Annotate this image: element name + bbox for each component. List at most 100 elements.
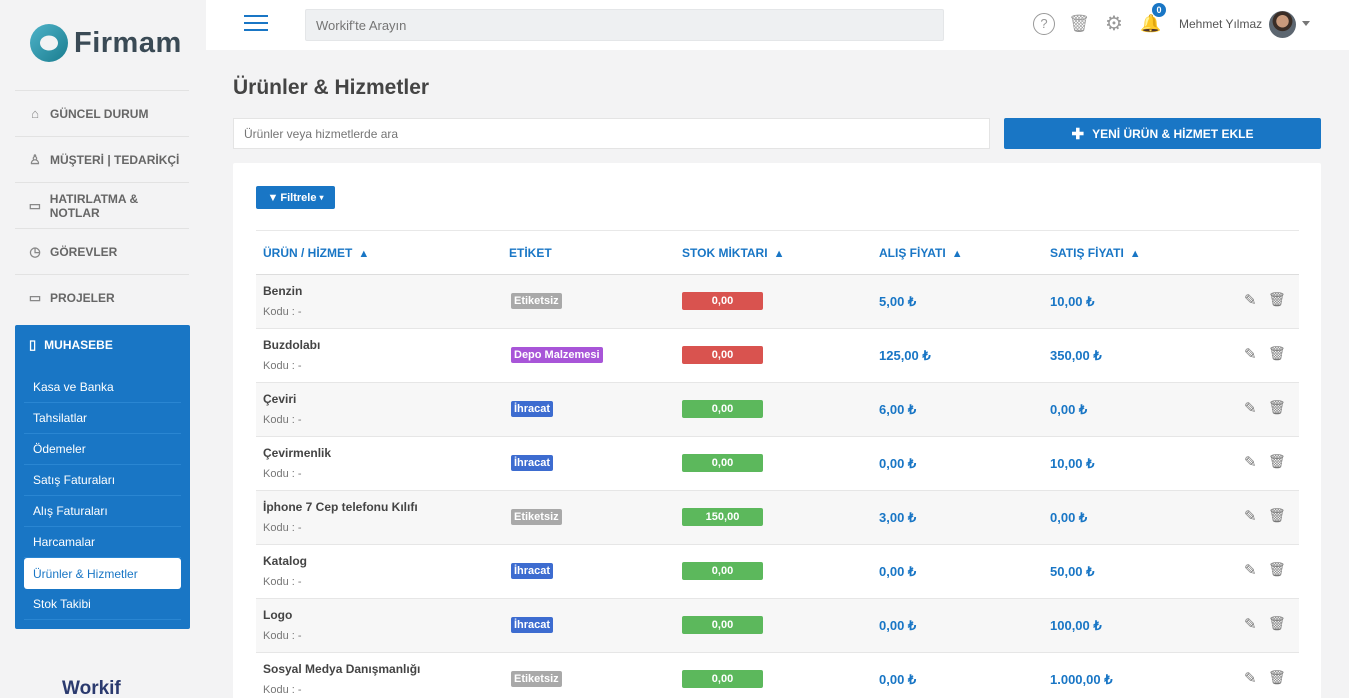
nav-item-musteri-tedarikci[interactable]: ♙ MÜŞTERİ | TEDARİKÇİ bbox=[15, 136, 189, 182]
edit-icon[interactable]: ✎ bbox=[1244, 347, 1259, 362]
sort-asc-icon: ▲ bbox=[773, 248, 785, 260]
table-row[interactable]: Benzin Kodu : - Etiketsiz 0,00 5,00 ₺ 10,00 ₺… bbox=[256, 275, 1299, 329]
delete-icon[interactable]: 🗑 bbox=[1268, 346, 1286, 361]
submenu-item-tahsilatlar[interactable]: Tahsilatlar bbox=[24, 403, 181, 434]
home-icon: ⌂ bbox=[31, 105, 39, 121]
table-row[interactable]: Katalog Kodu : - İhracat 0,00 0,00 ₺ 50,00 ₺ ✎… bbox=[256, 545, 1299, 599]
muhasebe-section: ▯ MUHASEBE Kasa ve Banka Tahsilatlar Öde… bbox=[15, 325, 190, 629]
hamburger-menu-icon[interactable] bbox=[244, 15, 268, 33]
plus-icon: ✚ bbox=[1071, 125, 1085, 143]
edit-icon[interactable]: ✎ bbox=[1244, 455, 1259, 470]
caret-down-icon: ▾ bbox=[319, 193, 324, 202]
brand-logo[interactable]: Firmam bbox=[30, 24, 182, 62]
table-body: Benzin Kodu : - Etiketsiz 0,00 5,00 ₺ 10,00 ₺… bbox=[256, 275, 1299, 698]
sell-price: 0,00 ₺ bbox=[1050, 402, 1088, 417]
sell-price: 10,00 ₺ bbox=[1050, 456, 1095, 471]
chevron-down-icon[interactable] bbox=[1302, 21, 1310, 26]
stock-badge: 0,00 bbox=[682, 292, 763, 310]
delete-icon[interactable]: 🗑 bbox=[1268, 400, 1286, 415]
nav-item-gorevler[interactable]: ◷ GÖREVLER bbox=[15, 228, 189, 274]
avatar[interactable] bbox=[1269, 11, 1296, 38]
gear-icon[interactable]: ⚙ bbox=[1103, 13, 1125, 35]
table-row[interactable]: Sosyal Medya Danışmanlığı Kodu : - Etikets… bbox=[256, 653, 1299, 698]
delete-icon[interactable]: 🗑 bbox=[1268, 670, 1286, 685]
delete-icon[interactable]: 🗑 bbox=[1268, 562, 1286, 577]
page-title: Ürünler & Hizmetler bbox=[233, 76, 430, 99]
edit-icon[interactable]: ✎ bbox=[1244, 401, 1259, 416]
product-name[interactable]: Sosyal Medya Danışmanlığı bbox=[263, 662, 420, 676]
global-search-input[interactable] bbox=[305, 9, 944, 41]
submenu-item-satis-faturalari[interactable]: Satış Faturaları bbox=[24, 465, 181, 496]
column-header-tag: ETİKET bbox=[509, 246, 552, 260]
table-row[interactable]: Çeviri Kodu : - İhracat 0,00 6,00 ₺ 0,00 ₺ ✎ 🗑 bbox=[256, 383, 1299, 437]
products-table: ÜRÜN / HİZMET ▲ ETİKET STOK MİKTARI ▲ ALIŞ… bbox=[256, 230, 1299, 698]
submenu-item-harcamalar[interactable]: Harcamalar bbox=[24, 527, 181, 558]
stock-badge: 0,00 bbox=[682, 454, 763, 472]
product-code: Kodu : - bbox=[263, 414, 302, 426]
buy-price: 6,00 ₺ bbox=[879, 402, 917, 417]
delete-icon[interactable]: 🗑 bbox=[1268, 508, 1286, 523]
sell-price: 0,00 ₺ bbox=[1050, 510, 1088, 525]
tag-badge: Etiketsiz bbox=[511, 509, 562, 525]
column-header-buy-price[interactable]: ALIŞ FİYATI ▲ bbox=[879, 246, 963, 260]
delete-icon[interactable]: 🗑 bbox=[1268, 292, 1286, 307]
product-name[interactable]: Katalog bbox=[263, 554, 307, 568]
product-name[interactable]: İphone 7 Cep telefonu Kılıfı bbox=[263, 500, 418, 514]
edit-icon[interactable]: ✎ bbox=[1244, 509, 1259, 524]
user-name[interactable]: Mehmet Yılmaz bbox=[1179, 17, 1262, 31]
product-name[interactable]: Benzin bbox=[263, 284, 302, 298]
sort-asc-icon: ▲ bbox=[1129, 248, 1141, 260]
submenu-item-kasa-banka[interactable]: Kasa ve Banka bbox=[24, 372, 181, 403]
nav-item-label: MÜŞTERİ | TEDARİKÇİ bbox=[50, 152, 180, 167]
submenu-item-urunler-hizmetler[interactable]: Ürünler & Hizmetler bbox=[24, 558, 181, 589]
nav-item-projeler[interactable]: ▭ PROJELER bbox=[15, 274, 189, 320]
product-code: Kodu : - bbox=[263, 576, 302, 588]
folder-icon: ▭ bbox=[28, 289, 42, 305]
buy-price: 0,00 ₺ bbox=[879, 672, 917, 687]
products-panel: ▼ Filtrele ▾ ÜRÜN / HİZMET ▲ ETİKET STOK … bbox=[233, 163, 1321, 698]
edit-icon[interactable]: ✎ bbox=[1244, 617, 1259, 632]
table-row[interactable]: Çevirmenlik Kodu : - İhracat 0,00 0,00 ₺ 10,0… bbox=[256, 437, 1299, 491]
tag-badge: İhracat bbox=[511, 455, 554, 471]
trash-icon[interactable]: 🗑 bbox=[1068, 13, 1090, 35]
briefcase-icon: ▭ bbox=[28, 197, 41, 213]
table-row[interactable]: Buzdolabı Kodu : - Depo Malzemesi 0,00 125,0… bbox=[256, 329, 1299, 383]
filter-button[interactable]: ▼ Filtrele ▾ bbox=[256, 186, 335, 209]
product-name[interactable]: Logo bbox=[263, 608, 292, 622]
nav-item-hatirlatma-notlar[interactable]: ▭ HATIRLATMA & NOTLAR bbox=[15, 182, 189, 228]
column-header-stock[interactable]: STOK MİKTARI ▲ bbox=[682, 246, 784, 260]
column-header-sell-price[interactable]: SATIŞ FİYATI ▲ bbox=[1050, 246, 1141, 260]
product-search-input[interactable] bbox=[233, 118, 990, 149]
nav-item-guncel-durum[interactable]: ⌂ GÜNCEL DURUM bbox=[15, 90, 189, 136]
table-row[interactable]: Logo Kodu : - İhracat 0,00 0,00 ₺ 100,00 ₺ ✎ 🗑 bbox=[256, 599, 1299, 653]
delete-icon[interactable]: 🗑 bbox=[1268, 616, 1286, 631]
help-icon[interactable]: ? bbox=[1033, 13, 1055, 35]
edit-icon[interactable]: ✎ bbox=[1244, 563, 1259, 578]
firmam-logo-icon bbox=[30, 24, 68, 62]
edit-icon[interactable]: ✎ bbox=[1244, 671, 1259, 686]
muhasebe-label: MUHASEBE bbox=[44, 338, 113, 352]
buy-price: 3,00 ₺ bbox=[879, 510, 917, 525]
product-code: Kodu : - bbox=[263, 684, 302, 696]
tag-badge: İhracat bbox=[511, 617, 554, 633]
buy-price: 5,00 ₺ bbox=[879, 294, 917, 309]
product-code: Kodu : - bbox=[263, 306, 302, 318]
sell-price: 10,00 ₺ bbox=[1050, 294, 1095, 309]
delete-icon[interactable]: 🗑 bbox=[1268, 454, 1286, 469]
product-name[interactable]: Buzdolabı bbox=[263, 338, 320, 352]
add-product-button[interactable]: ✚ YENİ ÜRÜN & HİZMET EKLE bbox=[1004, 118, 1321, 149]
stock-badge: 0,00 bbox=[682, 670, 763, 688]
muhasebe-header[interactable]: ▯ MUHASEBE bbox=[15, 325, 190, 365]
submenu-item-odemeler[interactable]: Ödemeler bbox=[24, 434, 181, 465]
sell-price: 350,00 ₺ bbox=[1050, 348, 1102, 363]
submenu-item-stok-takibi[interactable]: Stok Takibi bbox=[24, 589, 181, 620]
product-name[interactable]: Çeviri bbox=[263, 392, 296, 406]
column-header-name[interactable]: ÜRÜN / HİZMET ▲ bbox=[263, 246, 369, 260]
product-code: Kodu : - bbox=[263, 468, 302, 480]
submenu-item-alis-faturalari[interactable]: Alış Faturaları bbox=[24, 496, 181, 527]
table-row[interactable]: İphone 7 Cep telefonu Kılıfı Kodu : - Etik… bbox=[256, 491, 1299, 545]
edit-icon[interactable]: ✎ bbox=[1244, 293, 1259, 308]
muhasebe-submenu: Kasa ve Banka Tahsilatlar Ödemeler Satış… bbox=[24, 372, 181, 620]
product-name[interactable]: Çevirmenlik bbox=[263, 446, 331, 460]
document-icon: ▯ bbox=[29, 337, 37, 352]
